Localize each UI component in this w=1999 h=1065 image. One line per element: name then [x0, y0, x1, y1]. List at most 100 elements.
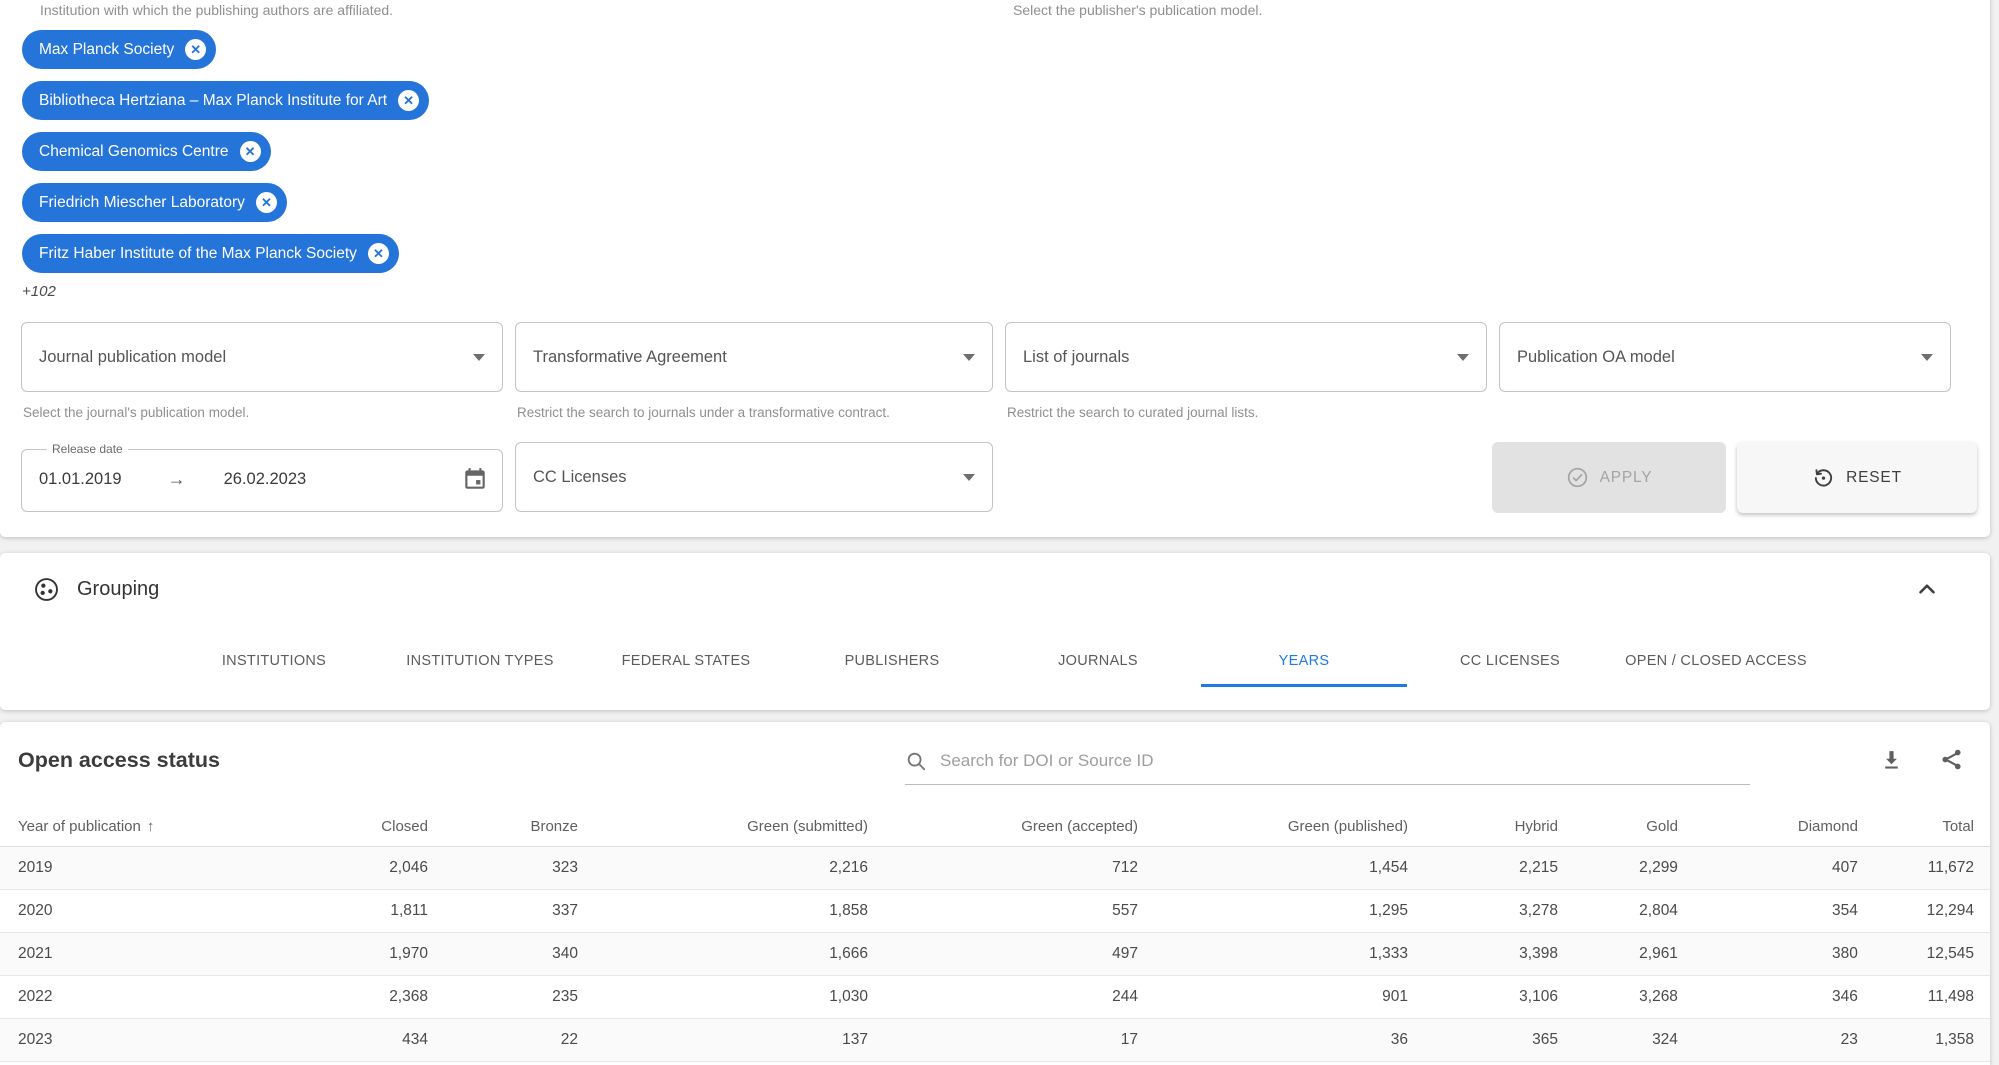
search-field[interactable] — [905, 750, 1750, 785]
calendar-icon[interactable] — [462, 466, 488, 492]
column-header-closed[interactable]: Closed — [250, 808, 430, 847]
cell-gold: 2,804 — [1559, 889, 1680, 933]
chip-label: Chemical Genomics Centre — [39, 142, 229, 160]
column-header-gold[interactable]: Gold — [1559, 808, 1680, 847]
select-helper-text: Restrict the search to curated journal l… — [1007, 405, 1259, 420]
close-icon[interactable]: ✕ — [398, 90, 420, 111]
cell-year: 2019 — [0, 846, 250, 890]
cell-closed: 2,046 — [250, 846, 430, 890]
tab-publishers[interactable]: PUBLISHERS — [789, 635, 995, 687]
cell-hybrid: 2,215 — [1409, 846, 1560, 890]
column-header-green-submitted[interactable]: Green (submitted) — [579, 808, 870, 847]
release-date-range-field[interactable]: Release date 01.01.2019 → 26.02.2023 — [21, 442, 503, 512]
results-title: Open access status — [18, 748, 220, 772]
close-icon[interactable]: ✕ — [239, 141, 261, 162]
chevron-down-icon — [963, 474, 975, 481]
open-access-table: Year of publication ↑ Closed Bronze Green… — [0, 808, 1990, 1062]
cell-bronze: 235 — [429, 975, 580, 1019]
results-panel: Open access status Search for DOI or Sou… — [0, 722, 1990, 1065]
cell-bronze: 340 — [429, 932, 580, 976]
journal-publication-model-select[interactable]: Journal publication model — [21, 322, 503, 392]
select-label: Transformative Agreement — [533, 347, 727, 366]
tab-institution-types[interactable]: INSTITUTION TYPES — [377, 635, 583, 687]
search-icon — [907, 752, 926, 771]
select-group: Transformative Agreement Restrict the se… — [515, 322, 993, 420]
check-circle-icon — [1567, 467, 1587, 488]
select-helper-text: Restrict the search to journals under a … — [517, 405, 890, 420]
column-header-hybrid[interactable]: Hybrid — [1409, 808, 1560, 847]
institution-chip[interactable]: Bibliotheca Hertziana – Max Planck Insti… — [22, 81, 430, 120]
apply-button-label: APPLY — [1599, 468, 1653, 486]
cell-green-published: 1,333 — [1139, 932, 1410, 976]
tab-cc-licenses[interactable]: CC LICENSES — [1407, 635, 1613, 687]
right-arrow-icon: → — [167, 468, 186, 489]
institution-chip[interactable]: Max Planck Society ✕ — [22, 30, 217, 69]
column-header-green-published[interactable]: Green (published) — [1139, 808, 1410, 847]
cell-year: 2022 — [0, 975, 250, 1019]
table-header-row: Year of publication ↑ Closed Bronze Green… — [0, 808, 1990, 847]
cell-green-published: 1,295 — [1139, 889, 1410, 933]
table-row: 2023 434 22 137 17 36 365 324 23 1,358 — [0, 1018, 1990, 1062]
share-button[interactable] — [1936, 746, 1966, 776]
filter-selects-row: Journal publication model Select the jou… — [21, 322, 1951, 420]
select-group: Journal publication model Select the jou… — [21, 322, 503, 420]
download-button[interactable] — [1876, 746, 1906, 776]
tab-federal-states[interactable]: FEDERAL STATES — [583, 635, 789, 687]
reset-button[interactable]: RESET — [1737, 442, 1977, 513]
group-work-icon — [35, 578, 58, 601]
close-icon[interactable]: ✕ — [367, 243, 389, 264]
cell-gold: 3,268 — [1559, 975, 1680, 1019]
cell-green-accepted: 557 — [869, 889, 1140, 933]
cell-gold: 324 — [1559, 1018, 1680, 1062]
chip-label: Friedrich Miescher Laboratory — [39, 193, 245, 211]
reset-button-label: RESET — [1846, 468, 1902, 486]
tab-journals[interactable]: JOURNALS — [995, 635, 1201, 687]
select-label: CC Licenses — [533, 467, 627, 486]
cell-green-accepted: 712 — [869, 846, 1140, 890]
column-header-diamond[interactable]: Diamond — [1679, 808, 1860, 847]
institution-chip[interactable]: Friedrich Miescher Laboratory ✕ — [22, 183, 287, 222]
release-date-label: Release date — [52, 442, 123, 456]
cell-green-submitted: 1,030 — [579, 975, 870, 1019]
table-row: 2022 2,368 235 1,030 244 901 3,106 3,268… — [0, 975, 1990, 1019]
transformative-agreement-select[interactable]: Transformative Agreement — [515, 322, 993, 392]
cell-green-submitted: 1,666 — [579, 932, 870, 976]
cell-green-submitted: 137 — [579, 1018, 870, 1062]
cell-green-accepted: 244 — [869, 975, 1140, 1019]
chevron-down-icon — [473, 354, 485, 361]
chevron-down-icon — [1457, 354, 1469, 361]
close-icon[interactable]: ✕ — [255, 192, 277, 213]
cell-total: 12,545 — [1859, 932, 1990, 976]
date-from-input[interactable]: 01.01.2019 — [39, 470, 122, 489]
cell-closed: 434 — [250, 1018, 430, 1062]
column-header-bronze[interactable]: Bronze — [429, 808, 580, 847]
cell-total: 11,498 — [1859, 975, 1990, 1019]
column-header-total[interactable]: Total — [1859, 808, 1990, 847]
search-input[interactable] — [940, 751, 1750, 771]
cell-hybrid: 3,106 — [1409, 975, 1560, 1019]
tab-institutions[interactable]: INSTITUTIONS — [171, 635, 377, 687]
cell-total: 1,358 — [1859, 1018, 1990, 1062]
cell-year: 2020 — [0, 889, 250, 933]
list-of-journals-select[interactable]: List of journals — [1005, 322, 1487, 392]
cell-green-accepted: 17 — [869, 1018, 1140, 1062]
column-header-year[interactable]: Year of publication ↑ — [0, 808, 250, 847]
cc-licenses-select[interactable]: CC Licenses — [515, 442, 993, 512]
close-icon[interactable]: ✕ — [185, 39, 207, 60]
apply-button[interactable]: APPLY — [1492, 442, 1726, 513]
filter-second-row: Release date 01.01.2019 → 26.02.2023 CC … — [21, 442, 993, 512]
tab-years[interactable]: YEARS — [1201, 635, 1407, 687]
column-header-green-accepted[interactable]: Green (accepted) — [869, 808, 1140, 847]
cell-closed: 1,970 — [250, 932, 430, 976]
share-icon — [1941, 749, 1961, 770]
chip-label: Bibliotheca Hertziana – Max Planck Insti… — [39, 91, 388, 109]
filter-panel: Institution with which the publishing au… — [0, 0, 1990, 537]
institution-chip[interactable]: Fritz Haber Institute of the Max Planck … — [22, 234, 399, 273]
select-group: List of journals Restrict the search to … — [1005, 322, 1487, 420]
publication-oa-model-select[interactable]: Publication OA model — [1499, 322, 1951, 392]
tab-open-closed-access[interactable]: OPEN / CLOSED ACCESS — [1613, 635, 1819, 687]
collapse-section-button[interactable] — [1912, 575, 1942, 605]
cell-bronze: 323 — [429, 846, 580, 890]
institution-chip[interactable]: Chemical Genomics Centre ✕ — [22, 132, 271, 171]
date-to-input[interactable]: 26.02.2023 — [224, 470, 307, 489]
